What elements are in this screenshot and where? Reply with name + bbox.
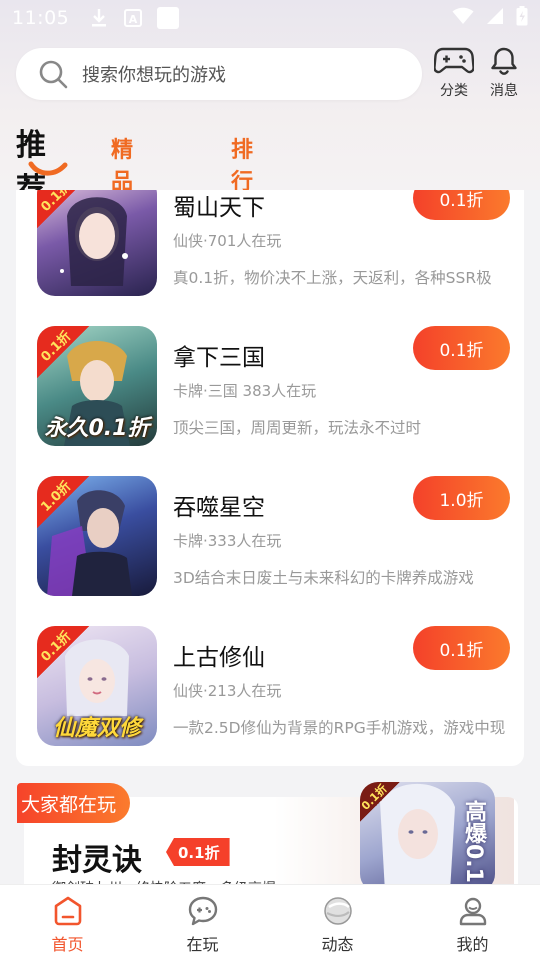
search-icon: [39, 60, 68, 89]
tab-active-indicator: [28, 161, 68, 176]
list-item[interactable]: 0.1折 蜀山天下 仙侠·701人在玩 真0.1折，物价决不上涨，天返利，各种S…: [16, 190, 524, 306]
nav-home-label: 首页: [51, 935, 84, 954]
nav-playing[interactable]: 在玩: [135, 885, 270, 960]
nav-profile-label: 我的: [456, 935, 489, 954]
game-list: 0.1折 蜀山天下 仙侠·701人在玩 真0.1折，物价决不上涨，天返利，各种S…: [16, 190, 524, 766]
discount-button[interactable]: 0.1折: [413, 626, 510, 670]
category-label: 分类: [440, 83, 468, 99]
game-icon-image: 0.1折 仙魔双修: [37, 626, 157, 746]
game-desc: 3D结合末日废土与未来科幻的卡牌养成游戏: [173, 569, 474, 587]
category-button[interactable]: 分类: [430, 46, 478, 102]
list-item[interactable]: 1.0折 吞噬星空 卡牌·333人在玩 3D结合末日废土与未来科幻的卡牌养成游戏…: [16, 476, 524, 606]
discount-button[interactable]: 0.1折: [413, 326, 510, 370]
game-icon-image: 0.1折 永久0.1折: [37, 326, 157, 446]
gamepad-icon: [434, 47, 474, 74]
discount-button[interactable]: 1.0折: [413, 476, 510, 520]
wifi-icon: [452, 7, 474, 30]
download-icon: [89, 8, 109, 28]
game-icon-caption: 永久0.1折: [44, 416, 150, 441]
bell-icon: [491, 47, 517, 75]
promo-title: 封灵诀: [52, 843, 142, 878]
list-item[interactable]: 0.1折 永久0.1折 拿下三国 卡牌·三国 383人在玩 顶尖三国，周周更新，…: [16, 326, 524, 456]
discount-button[interactable]: 0.1折: [413, 190, 510, 220]
game-name: 吞噬星空: [173, 495, 265, 521]
game-name: 蜀山天下: [173, 195, 265, 221]
chat-gamepad-icon: [188, 896, 217, 926]
nav-home[interactable]: 首页: [0, 885, 135, 960]
signal-icon: [486, 7, 504, 30]
list-item[interactable]: 0.1折 仙魔双修 上古修仙 仙侠·213人在玩 一款2.5D修仙为背景的RPG…: [16, 626, 524, 756]
notification-square-icon: [157, 7, 180, 29]
game-meta: 仙侠·213人在玩: [173, 682, 282, 700]
message-label: 消息: [490, 83, 518, 99]
battery-icon: [516, 5, 528, 31]
nav-feed-label: 动态: [321, 935, 354, 954]
promo-discount-badge: 0.1折: [166, 838, 230, 866]
promo-tag: 大家都在玩: [17, 783, 131, 823]
message-button[interactable]: 消息: [480, 46, 528, 102]
game-desc: 真0.1折，物价决不上涨，天返利，各种SSR极: [173, 269, 492, 287]
game-meta: 仙侠·701人在玩: [173, 232, 282, 250]
status-time: 11:05: [12, 7, 70, 29]
bottom-navigation: 首页 在玩 动态 我的: [0, 884, 540, 960]
promo-art-caption: 高爆0.1: [461, 800, 486, 883]
promo-game-image[interactable]: 0.1折 高爆0.1: [360, 782, 495, 892]
font-a-icon: A: [123, 8, 143, 28]
game-meta: 卡牌·三国 383人在玩: [173, 382, 317, 400]
game-name: 拿下三国: [173, 345, 265, 371]
game-desc: 顶尖三国，周周更新，玩法永不过时: [173, 419, 422, 437]
game-icon-caption: 仙魔双修: [52, 716, 141, 741]
nav-playing-label: 在玩: [186, 935, 219, 954]
user-icon: [459, 897, 486, 926]
game-icon-image: 1.0折: [37, 476, 157, 596]
home-icon: [54, 896, 81, 926]
game-icon-image: 0.1折: [37, 190, 157, 296]
game-meta: 卡牌·333人在玩: [173, 532, 282, 550]
game-name: 上古修仙: [173, 645, 265, 671]
game-desc: 一款2.5D修仙为背景的RPG手机游戏，游戏中现: [173, 719, 506, 737]
search-placeholder: 搜索你想玩的游戏: [82, 65, 226, 86]
nav-feed[interactable]: 动态: [270, 885, 405, 960]
nav-profile[interactable]: 我的: [405, 885, 540, 960]
status-bar: 11:05 A: [0, 0, 540, 36]
svg-text:A: A: [129, 13, 138, 26]
planet-icon: [323, 897, 352, 925]
search-input[interactable]: 搜索你想玩的游戏: [16, 48, 422, 100]
